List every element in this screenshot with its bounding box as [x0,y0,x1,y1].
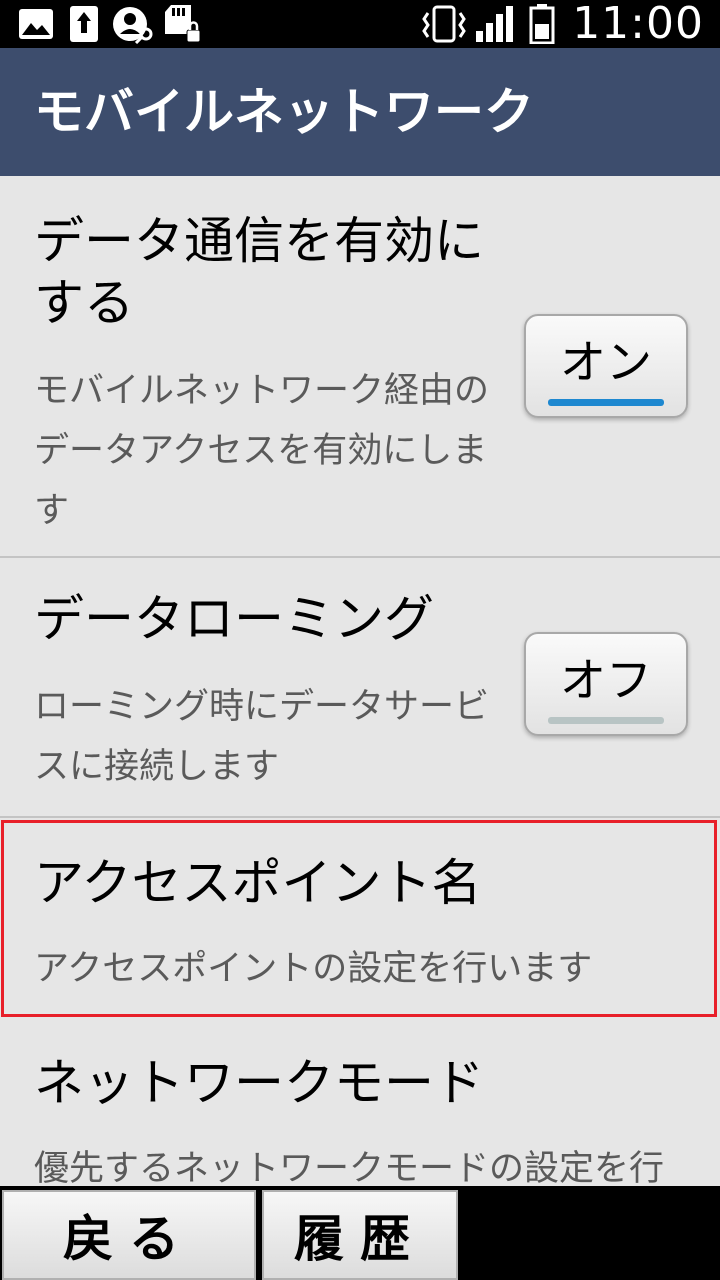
clock: 11:00 [572,0,704,49]
settings-list: データ通信を有効に する モバイルネットワーク経由の データアクセスを有効にしま… [0,176,720,1186]
setting-summary: 優先するネットワークモードの設定を行 [34,1149,665,1186]
data-roaming-toggle[interactable]: オフ [524,632,688,736]
setting-summary-line: データアクセスを有効にしま [34,431,488,471]
setting-summary-line: ローミング時にデータサービ [34,687,490,727]
upload-icon [68,4,100,44]
back-button[interactable]: 戻る [2,1190,256,1280]
divider [0,816,720,818]
setting-title: ネットワークモード [34,1054,484,1112]
toggle-on-indicator [548,399,664,406]
setting-title-line: データ通信を有効に [34,212,484,270]
status-bar: 11:00 [0,0,720,48]
setting-data-roaming[interactable]: データローミング ローミング時にデータサービ スに接続します オフ [0,558,720,816]
setting-data-enabled[interactable]: データ通信を有効に する モバイルネットワーク経由の データアクセスを有効にしま… [0,176,720,556]
setting-network-mode[interactable]: ネットワークモード 優先するネットワークモードの設定を行 [0,1022,720,1186]
setting-title: データローミング [34,590,434,648]
setting-summary-line: スに接続します [34,747,280,787]
setting-summary-line: モバイルネットワーク経由の [34,371,490,411]
back-button-label: 戻る [63,1210,195,1268]
page-title: モバイルネットワーク [34,83,534,141]
vibrate-icon [420,4,468,44]
account-key-icon [112,4,156,44]
softkey-bar: 戻る 履歴 [0,1186,720,1280]
toggle-label: オフ [560,653,652,707]
setting-title-line: する [34,274,134,332]
history-button-label: 履歴 [294,1210,426,1268]
battery-icon [528,4,556,44]
toggle-off-indicator [548,717,664,724]
sd-lock-icon [162,4,202,44]
data-enabled-toggle[interactable]: オン [524,314,688,418]
image-icon [16,4,56,44]
toggle-label: オン [560,335,652,389]
signal-icon [474,4,518,44]
focus-highlight [1,820,717,1017]
history-button[interactable]: 履歴 [262,1190,458,1280]
action-bar: モバイルネットワーク [0,48,720,176]
setting-summary-line: す [34,491,70,531]
